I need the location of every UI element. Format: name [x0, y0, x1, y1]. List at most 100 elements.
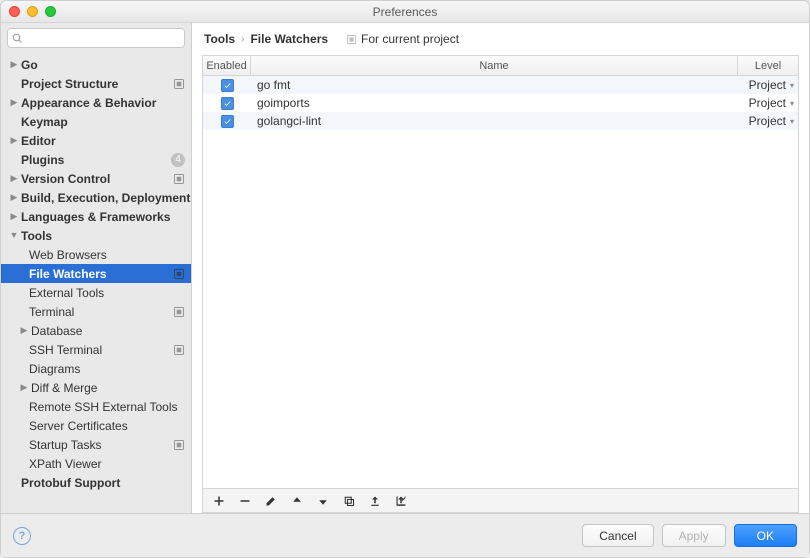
sidebar-item-project-structure[interactable]: Project Structure — [1, 74, 191, 93]
update-badge: 4 — [171, 153, 185, 167]
sidebar-item-plugins[interactable]: Plugins 4 — [1, 150, 191, 169]
checkbox-checked-icon[interactable] — [221, 97, 234, 110]
disclosure-right-icon: ▶ — [19, 383, 29, 392]
col-name[interactable]: Name — [251, 56, 738, 75]
main-area: ▶GoProject Structure▶Appearance & Behavi… — [1, 23, 809, 513]
sidebar-item-terminal[interactable]: Terminal — [1, 302, 191, 321]
cancel-button[interactable]: Cancel — [582, 524, 653, 547]
sidebar-item-label: Remote SSH External Tools — [27, 400, 178, 414]
level-cell[interactable]: Project▾ — [738, 114, 798, 128]
sidebar-item-label: Languages & Frameworks — [19, 210, 170, 224]
sidebar-item-label: XPath Viewer — [27, 457, 102, 471]
sidebar-item-diff-merge[interactable]: ▶Diff & Merge — [1, 378, 191, 397]
dropdown-arrow-icon: ▾ — [790, 81, 794, 90]
import-button[interactable] — [367, 493, 383, 509]
sidebar-item-startup-tasks[interactable]: Startup Tasks — [1, 435, 191, 454]
disclosure-right-icon: ▶ — [9, 98, 19, 107]
sidebar-item-label: Editor — [19, 134, 56, 148]
move-down-button[interactable] — [315, 493, 331, 509]
disclosure-right-icon: ▶ — [9, 60, 19, 69]
sidebar-item-protobuf-support[interactable]: Protobuf Support — [1, 473, 191, 492]
sidebar-item-label: Database — [29, 324, 82, 338]
project-scope-icon — [173, 344, 185, 356]
sidebar-item-label: Terminal — [27, 305, 74, 319]
dialog-footer: ? Cancel Apply OK — [1, 513, 809, 557]
sidebar-item-label: Diff & Merge — [29, 381, 97, 395]
export-button[interactable] — [393, 493, 409, 509]
apply-button[interactable]: Apply — [662, 524, 726, 547]
copy-button[interactable] — [341, 493, 357, 509]
sidebar-item-version-control[interactable]: ▶Version Control — [1, 169, 191, 188]
table-body: go fmtProject▾goimportsProject▾golangci-… — [203, 76, 798, 488]
ok-button[interactable]: OK — [734, 524, 797, 547]
sidebar-item-server-certificates[interactable]: Server Certificates — [1, 416, 191, 435]
project-scope-icon — [173, 268, 185, 280]
enabled-cell[interactable] — [203, 115, 251, 128]
help-button[interactable]: ? — [13, 527, 31, 545]
zoom-window-button[interactable] — [45, 6, 56, 17]
level-cell[interactable]: Project▾ — [738, 96, 798, 110]
sidebar-item-label: Tools — [19, 229, 52, 243]
project-scope-icon — [173, 306, 185, 318]
sidebar-item-label: Version Control — [19, 172, 110, 186]
sidebar-item-ssh-terminal[interactable]: SSH Terminal — [1, 340, 191, 359]
level-cell[interactable]: Project▾ — [738, 78, 798, 92]
checkbox-checked-icon[interactable] — [221, 115, 234, 128]
search-icon — [12, 33, 23, 44]
move-up-button[interactable] — [289, 493, 305, 509]
sidebar-item-database[interactable]: ▶Database — [1, 321, 191, 340]
col-level[interactable]: Level — [738, 56, 798, 75]
disclosure-right-icon: ▶ — [9, 193, 19, 202]
sidebar-item-label: Build, Execution, Deployment — [19, 191, 190, 205]
search-field[interactable] — [7, 28, 185, 48]
sidebar-item-tools[interactable]: ▼Tools — [1, 226, 191, 245]
add-button[interactable] — [211, 493, 227, 509]
checkbox-checked-icon[interactable] — [221, 79, 234, 92]
sidebar-item-file-watchers[interactable]: File Watchers — [1, 264, 191, 283]
sidebar-item-languages-frameworks[interactable]: ▶Languages & Frameworks — [1, 207, 191, 226]
sidebar-item-go[interactable]: ▶Go — [1, 55, 191, 74]
scope-hint: For current project — [346, 32, 459, 46]
close-window-button[interactable] — [9, 6, 20, 17]
sidebar-item-diagrams[interactable]: Diagrams — [1, 359, 191, 378]
sidebar-item-xpath-viewer[interactable]: XPath Viewer — [1, 454, 191, 473]
table-row[interactable]: goimportsProject▾ — [203, 94, 798, 112]
dropdown-arrow-icon: ▾ — [790, 117, 794, 126]
traffic-lights — [9, 6, 56, 17]
sidebar-item-label: Go — [19, 58, 38, 72]
sidebar-item-label: Appearance & Behavior — [19, 96, 156, 110]
sidebar-item-label: Project Structure — [19, 77, 118, 91]
project-scope-icon — [173, 173, 185, 185]
edit-button[interactable] — [263, 493, 279, 509]
sidebar-item-label: Keymap — [19, 115, 68, 129]
disclosure-down-icon: ▼ — [9, 231, 19, 240]
sidebar-item-appearance-behavior[interactable]: ▶Appearance & Behavior — [1, 93, 191, 112]
minimize-window-button[interactable] — [27, 6, 38, 17]
chevron-right-icon: › — [241, 34, 244, 45]
title-bar: Preferences — [1, 1, 809, 23]
sidebar-item-label: Plugins — [19, 153, 64, 167]
window-title: Preferences — [1, 5, 809, 19]
sidebar-item-keymap[interactable]: Keymap — [1, 112, 191, 131]
table-row[interactable]: golangci-lintProject▾ — [203, 112, 798, 130]
name-cell: go fmt — [251, 78, 738, 92]
sidebar-item-remote-ssh-external-tools[interactable]: Remote SSH External Tools — [1, 397, 191, 416]
search-input[interactable] — [23, 32, 180, 44]
sidebar-item-editor[interactable]: ▶Editor — [1, 131, 191, 150]
sidebar-item-web-browsers[interactable]: Web Browsers — [1, 245, 191, 264]
table-row[interactable]: go fmtProject▾ — [203, 76, 798, 94]
name-cell: golangci-lint — [251, 114, 738, 128]
col-enabled[interactable]: Enabled — [203, 56, 251, 75]
remove-button[interactable] — [237, 493, 253, 509]
disclosure-right-icon: ▶ — [9, 136, 19, 145]
settings-tree[interactable]: ▶GoProject Structure▶Appearance & Behavi… — [1, 53, 191, 513]
enabled-cell[interactable] — [203, 97, 251, 110]
enabled-cell[interactable] — [203, 79, 251, 92]
sidebar-item-external-tools[interactable]: External Tools — [1, 283, 191, 302]
breadcrumb: Tools › File Watchers For current projec… — [192, 23, 809, 55]
dropdown-arrow-icon: ▾ — [790, 99, 794, 108]
sidebar-item-build-execution-deployment[interactable]: ▶Build, Execution, Deployment — [1, 188, 191, 207]
project-scope-icon — [173, 78, 185, 90]
sidebar-item-label: External Tools — [27, 286, 104, 300]
disclosure-right-icon: ▶ — [19, 326, 29, 335]
